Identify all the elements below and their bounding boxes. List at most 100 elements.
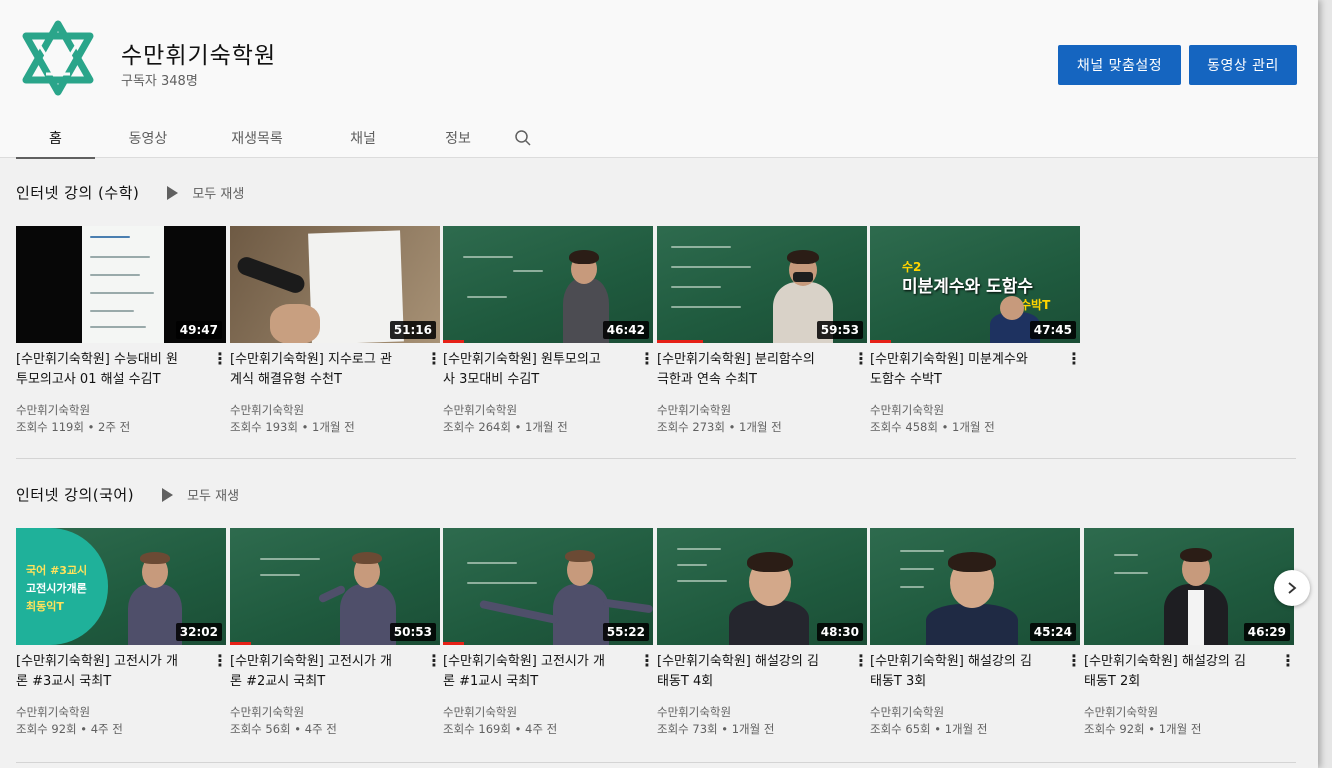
video-title[interactable]: [수만휘기숙학원] 원투모의고 사 3모대비 수김T — [443, 350, 631, 390]
video-title[interactable]: [수만휘기숙학원] 분리함수의 극한과 연속 수최T — [657, 350, 845, 390]
video-card[interactable]: 수2 미분계수와 도함수 수박T 47:45 [수만휘기숙학원] 미분계수와 도함… — [870, 226, 1082, 434]
shelf-title[interactable]: 인터넷 강의 (수학) — [16, 182, 139, 203]
video-channel[interactable]: 수만휘기숙학원 — [230, 402, 304, 418]
more-vert-icon[interactable]: ⋮ — [1280, 653, 1296, 669]
video-meta: 조회수 273회 • 1개월 전 — [657, 420, 782, 434]
video-channel[interactable]: 수만휘기숙학원 — [443, 704, 517, 720]
video-channel[interactable]: 수만휘기숙학원 — [1084, 704, 1158, 720]
tab-about[interactable]: 정보 — [413, 118, 503, 158]
more-vert-icon[interactable]: ⋮ — [212, 351, 228, 367]
video-title[interactable]: [수만휘기숙학원] 해설강의 김 태동T 2회 — [1084, 652, 1272, 692]
video-channel[interactable]: 수만휘기숙학원 — [230, 704, 304, 720]
video-thumbnail[interactable]: 46:42 — [443, 226, 653, 343]
video-meta: 조회수 73회 • 1개월 전 — [657, 722, 775, 736]
video-duration: 49:47 — [175, 321, 222, 339]
video-meta: 조회수 169회 • 4주 전 — [443, 722, 558, 736]
thumbnail-caption: 국어 #3교시 — [26, 564, 88, 577]
tab-playlists[interactable]: 재생목록 — [201, 118, 313, 158]
video-card[interactable]: 48:30 [수만휘기숙학원] 해설강의 김 태동T 4회 ⋮ 수만휘기숙학원 조… — [657, 528, 869, 736]
more-vert-icon[interactable]: ⋮ — [639, 351, 655, 367]
play-icon — [162, 487, 174, 502]
section-divider — [16, 458, 1296, 459]
video-card[interactable]: 51:16 [수만휘기숙학원] 지수로그 관 계식 해결유형 수천T ⋮ 수만휘기… — [230, 226, 442, 434]
play-all-button[interactable]: 모두 재생 — [167, 183, 244, 202]
more-vert-icon[interactable]: ⋮ — [853, 653, 869, 669]
video-duration: 51:16 — [389, 321, 436, 339]
video-duration: 55:22 — [602, 623, 649, 641]
video-duration: 46:29 — [1243, 623, 1290, 641]
video-thumbnail[interactable]: 51:16 — [230, 226, 440, 343]
shelf-title[interactable]: 인터넷 강의(국어) — [16, 484, 134, 505]
video-channel[interactable]: 수만휘기숙학원 — [16, 402, 90, 418]
video-title[interactable]: [수만휘기숙학원] 수능대비 원 투모의고사 01 해설 수김T — [16, 350, 204, 390]
video-meta: 조회수 56회 • 4주 전 — [230, 722, 337, 736]
more-vert-icon[interactable]: ⋮ — [639, 653, 655, 669]
video-title[interactable]: [수만휘기숙학원] 해설강의 김 태동T 3회 — [870, 652, 1058, 692]
video-thumbnail[interactable]: 50:53 — [230, 528, 440, 645]
video-meta: 조회수 65회 • 1개월 전 — [870, 722, 988, 736]
video-thumbnail[interactable]: 55:22 — [443, 528, 653, 645]
shelf-header: 인터넷 강의(국어) 모두 재생 — [16, 484, 239, 505]
video-card[interactable]: 국어 #3교시 고전시가개론 최동익T 32:02 [수만휘기숙학원] 고전시가… — [16, 528, 228, 736]
play-icon — [167, 185, 179, 200]
video-duration: 47:45 — [1029, 321, 1076, 339]
video-title[interactable]: [수만휘기숙학원] 해설강의 김 태동T 4회 — [657, 652, 845, 692]
video-meta: 조회수 92회 • 1개월 전 — [1084, 722, 1202, 736]
subscriber-count: 구독자 348명 — [121, 74, 198, 89]
play-all-label: 모두 재생 — [192, 187, 245, 202]
search-icon[interactable] — [503, 118, 543, 158]
manage-videos-button[interactable]: 동영상 관리 — [1189, 45, 1297, 85]
channel-name: 수만휘기숙학원 — [121, 43, 277, 69]
video-duration: 59:53 — [816, 321, 863, 339]
section-divider — [16, 762, 1296, 763]
video-card[interactable]: 46:42 [수만휘기숙학원] 원투모의고 사 3모대비 수김T ⋮ 수만휘기숙학… — [443, 226, 655, 434]
play-all-label: 모두 재생 — [187, 489, 240, 504]
video-meta: 조회수 92회 • 4주 전 — [16, 722, 123, 736]
video-card[interactable]: 59:53 [수만휘기숙학원] 분리함수의 극한과 연속 수최T ⋮ 수만휘기숙학… — [657, 226, 869, 434]
tab-videos[interactable]: 동영상 — [95, 118, 201, 158]
video-card[interactable]: 46:29 [수만휘기숙학원] 해설강의 김 태동T 2회 ⋮ 수만휘기숙학원 조… — [1084, 528, 1296, 736]
video-card[interactable]: 55:22 [수만휘기숙학원] 고전시가 개론 #1교시 국최T ⋮ 수만휘기숙… — [443, 528, 655, 736]
video-thumbnail[interactable]: 48:30 — [657, 528, 867, 645]
channel-logo-icon[interactable] — [16, 16, 100, 100]
video-channel[interactable]: 수만휘기숙학원 — [870, 402, 944, 418]
video-thumbnail[interactable]: 46:29 — [1084, 528, 1294, 645]
more-vert-icon[interactable]: ⋮ — [1066, 351, 1082, 367]
video-thumbnail[interactable]: 49:47 — [16, 226, 226, 343]
video-title[interactable]: [수만휘기숙학원] 고전시가 개론 #1교시 국최T — [443, 652, 631, 692]
video-channel[interactable]: 수만휘기숙학원 — [443, 402, 517, 418]
video-thumbnail[interactable]: 59:53 — [657, 226, 867, 343]
more-vert-icon[interactable]: ⋮ — [212, 653, 228, 669]
video-title[interactable]: [수만휘기숙학원] 고전시가 개론 #3교시 국최T — [16, 652, 204, 692]
video-title[interactable]: [수만휘기숙학원] 지수로그 관 계식 해결유형 수천T — [230, 350, 418, 390]
play-all-button[interactable]: 모두 재생 — [162, 485, 239, 504]
video-thumbnail[interactable]: 수2 미분계수와 도함수 수박T 47:45 — [870, 226, 1080, 343]
video-channel[interactable]: 수만휘기숙학원 — [870, 704, 944, 720]
video-channel[interactable]: 수만휘기숙학원 — [657, 402, 731, 418]
video-card[interactable]: 50:53 [수만휘기숙학원] 고전시가 개론 #2교시 국최T ⋮ 수만휘기숙… — [230, 528, 442, 736]
more-vert-icon[interactable]: ⋮ — [853, 351, 869, 367]
tab-channels[interactable]: 채널 — [313, 118, 413, 158]
shelf-next-button[interactable] — [1274, 570, 1310, 606]
watch-progress — [230, 642, 251, 645]
watch-progress — [870, 340, 891, 343]
video-thumbnail[interactable]: 45:24 — [870, 528, 1080, 645]
watch-progress — [657, 340, 704, 343]
more-vert-icon[interactable]: ⋮ — [426, 653, 442, 669]
youtube-channel-page: 수만휘기숙학원 구독자 348명 채널 맞춤설정 동영상 관리 홈 동영상 재생… — [0, 0, 1318, 768]
video-thumbnail[interactable]: 국어 #3교시 고전시가개론 최동익T 32:02 — [16, 528, 226, 645]
video-title[interactable]: [수만휘기숙학원] 고전시가 개론 #2교시 국최T — [230, 652, 418, 692]
thumbnail-caption: 고전시가개론 — [26, 582, 87, 595]
video-channel[interactable]: 수만휘기숙학원 — [16, 704, 90, 720]
more-vert-icon[interactable]: ⋮ — [426, 351, 442, 367]
more-vert-icon[interactable]: ⋮ — [1066, 653, 1082, 669]
customize-channel-button[interactable]: 채널 맞춤설정 — [1058, 45, 1181, 85]
tab-home[interactable]: 홈 — [16, 118, 95, 159]
video-meta: 조회수 264회 • 1개월 전 — [443, 420, 568, 434]
video-title[interactable]: [수만휘기숙학원] 미분계수와 도함수 수박T — [870, 350, 1058, 390]
video-duration: 32:02 — [175, 623, 222, 641]
video-channel[interactable]: 수만휘기숙학원 — [657, 704, 731, 720]
video-card[interactable]: 49:47 [수만휘기숙학원] 수능대비 원 투모의고사 01 해설 수김T ⋮ … — [16, 226, 228, 434]
video-duration: 46:42 — [602, 321, 649, 339]
video-card[interactable]: 45:24 [수만휘기숙학원] 해설강의 김 태동T 3회 ⋮ 수만휘기숙학원 조… — [870, 528, 1082, 736]
